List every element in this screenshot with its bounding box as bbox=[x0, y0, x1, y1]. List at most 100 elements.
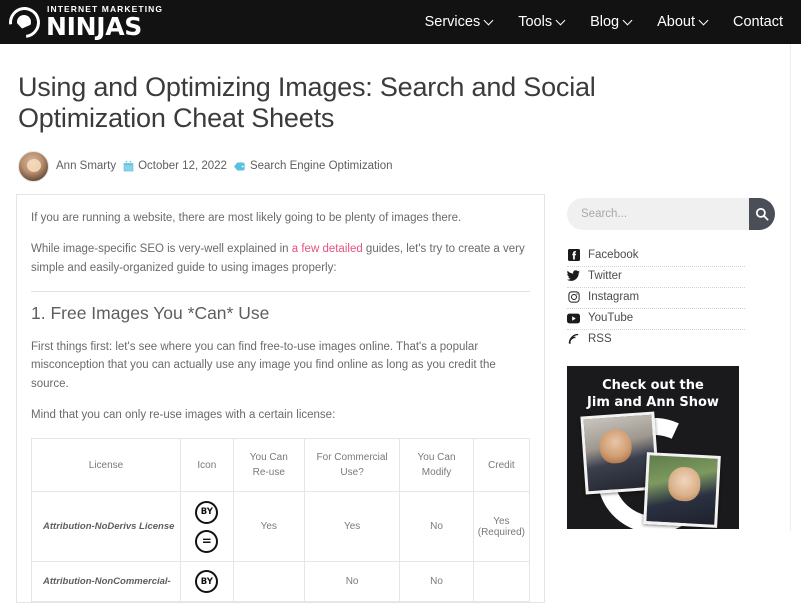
chevron-down-icon bbox=[622, 15, 633, 25]
table-header: License Icon You Can Re-use For Commerci… bbox=[30, 438, 531, 492]
social-link-facebook[interactable]: Facebook bbox=[567, 246, 745, 267]
post-date-text: October 12, 2022 bbox=[138, 160, 227, 173]
cell-license-icons: BY bbox=[180, 561, 234, 602]
facebook-icon bbox=[567, 249, 580, 262]
page-title: Using and Optimizing Images: Search and … bbox=[18, 72, 596, 134]
social-label: Twitter bbox=[588, 270, 622, 283]
column-header-icon: Icon bbox=[180, 438, 234, 492]
promo-line-2: Jim and Ann Show bbox=[587, 395, 719, 411]
cell-commercial: Yes bbox=[303, 491, 401, 562]
logo-title: NINJAS bbox=[46, 12, 143, 42]
page-edge-divider bbox=[790, 44, 791, 531]
social-link-rss[interactable]: RSS bbox=[567, 330, 745, 350]
section-heading-1: 1. Free Images You *Can* Use bbox=[31, 302, 270, 323]
header-line-2: Use? bbox=[340, 467, 364, 478]
paragraph-2-before: While image-specific SEO is very-well ex… bbox=[31, 243, 292, 256]
search-icon bbox=[755, 207, 769, 221]
instagram-icon bbox=[567, 291, 580, 304]
cell-modify: No bbox=[399, 561, 474, 602]
table-header-row: License Icon You Can Re-use For Commerci… bbox=[30, 438, 531, 492]
header-line-2: Re-use bbox=[252, 467, 285, 478]
cell-license-name: Attribution-NoDerivs License bbox=[30, 491, 182, 562]
post-date: October 12, 2022 bbox=[123, 160, 227, 172]
nav-label: About bbox=[657, 14, 696, 30]
paragraph-2: While image-specific SEO is very-well ex… bbox=[31, 240, 530, 277]
ninja-swirl-icon bbox=[8, 5, 41, 39]
promo-banner[interactable]: Check out the Jim and Ann Show bbox=[567, 365, 739, 529]
sidebar: Facebook Twitter Instagram bbox=[567, 194, 775, 529]
header-line-2: Modify bbox=[421, 467, 452, 478]
social-links-list: Facebook Twitter Instagram YouTube RSS bbox=[567, 246, 745, 350]
social-label: Instagram bbox=[588, 291, 640, 304]
social-link-instagram[interactable]: Instagram bbox=[567, 288, 745, 309]
site-logo[interactable]: INTERNET MARKETING NINJAS bbox=[8, 5, 163, 42]
post-meta: Ann Smarty October 12, 2022 Search Engin… bbox=[18, 150, 789, 182]
youtube-icon bbox=[567, 312, 580, 325]
promo-line-1: Check out the bbox=[602, 377, 704, 393]
nav-item-tools[interactable]: Tools bbox=[518, 14, 566, 30]
cell-credit: Yes (Required) bbox=[472, 491, 531, 562]
cc-nodelivs-icon: = bbox=[195, 529, 219, 553]
column-header-reuse: You Can Re-use bbox=[232, 438, 305, 492]
post-category[interactable]: Search Engine Optimization bbox=[233, 160, 393, 172]
promo-photo-ann bbox=[643, 451, 721, 528]
column-header-modify: You Can Modify bbox=[399, 438, 474, 492]
license-table: License Icon You Can Re-use For Commerci… bbox=[30, 438, 531, 602]
header-line-1: You Can bbox=[249, 452, 288, 463]
chevron-down-icon bbox=[698, 15, 709, 25]
avatar bbox=[18, 150, 49, 182]
site-header: INTERNET MARKETING NINJAS Services Tools… bbox=[0, 0, 801, 44]
nav-label: Services bbox=[424, 14, 481, 30]
tag-icon bbox=[233, 162, 245, 171]
cell-reuse: Yes bbox=[232, 491, 305, 562]
column-header-credit: Credit bbox=[472, 438, 531, 492]
credit-line-1: Yes bbox=[493, 515, 510, 527]
page-body: Using and Optimizing Images: Search and … bbox=[0, 72, 801, 603]
cell-credit bbox=[472, 561, 531, 602]
cell-commercial: No bbox=[303, 561, 401, 602]
cc-by-icon: BY bbox=[195, 500, 219, 524]
twitter-icon bbox=[567, 270, 580, 283]
main-navigation: Services Tools Blog About Contact bbox=[425, 14, 791, 30]
search-input[interactable] bbox=[567, 197, 749, 230]
nav-item-services[interactable]: Services bbox=[424, 14, 494, 30]
detailed-guides-link[interactable]: a few detailed bbox=[292, 243, 363, 255]
section-divider bbox=[31, 290, 530, 292]
header-line-1: You Can bbox=[417, 452, 456, 463]
nav-label: Blog bbox=[590, 14, 620, 30]
social-label: RSS bbox=[588, 333, 612, 346]
rss-icon bbox=[567, 333, 580, 346]
social-link-youtube[interactable]: YouTube bbox=[567, 309, 745, 330]
chevron-down-icon bbox=[483, 15, 494, 25]
cc-by-icon: BY bbox=[195, 570, 219, 593]
social-label: Facebook bbox=[588, 249, 639, 262]
search-button[interactable] bbox=[749, 197, 775, 230]
calendar-icon bbox=[123, 160, 134, 171]
author-name: Ann Smarty bbox=[56, 160, 117, 173]
content-row: If you are running a website, there are … bbox=[16, 193, 789, 603]
nav-item-contact[interactable]: Contact bbox=[733, 14, 783, 30]
chevron-down-icon bbox=[555, 15, 566, 25]
column-header-commercial: For Commercial Use? bbox=[303, 438, 401, 492]
nav-item-about[interactable]: About bbox=[657, 14, 709, 30]
paragraph-4: Mind that you can only re-use images wit… bbox=[31, 409, 336, 422]
cc-badge-group: BY bbox=[185, 570, 229, 593]
cell-modify: No bbox=[399, 491, 474, 562]
credit-line-2: (Required) bbox=[477, 526, 525, 538]
article-content: If you are running a website, there are … bbox=[16, 193, 545, 603]
cell-license-icons: BY = bbox=[180, 491, 234, 562]
paragraph-3: First things first: let's see where you … bbox=[31, 340, 496, 390]
promo-title: Check out the Jim and Ann Show bbox=[567, 366, 739, 412]
nav-item-blog[interactable]: Blog bbox=[590, 14, 633, 30]
column-header-license: License bbox=[30, 438, 182, 492]
header-line-1: For Commercial bbox=[316, 452, 388, 463]
nav-label: Tools bbox=[518, 14, 553, 30]
social-label: YouTube bbox=[588, 312, 634, 325]
social-link-twitter[interactable]: Twitter bbox=[567, 267, 745, 288]
nav-label: Contact bbox=[733, 14, 783, 30]
cell-reuse bbox=[232, 561, 305, 602]
table-row: Attribution-NonCommercial- BY No No bbox=[30, 561, 531, 602]
cell-license-name: Attribution-NonCommercial- bbox=[30, 561, 182, 602]
table-row: Attribution-NoDerivs License BY = Yes Ye… bbox=[30, 491, 531, 562]
search-widget bbox=[567, 197, 775, 230]
